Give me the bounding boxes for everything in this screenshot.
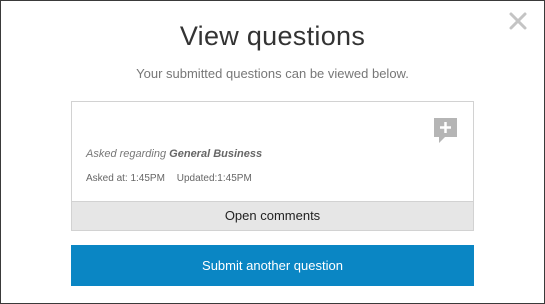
add-comment-icon[interactable] bbox=[432, 116, 459, 146]
updated-time: Updated:1:45PM bbox=[176, 173, 252, 184]
view-questions-modal: View questions Your submitted questions … bbox=[0, 0, 545, 304]
question-topic: General Business bbox=[169, 148, 263, 160]
asked-at-time: Asked at: 1:45PM bbox=[86, 173, 165, 184]
question-card: Asked regarding General Business Asked a… bbox=[71, 101, 474, 231]
modal-subtitle: Your submitted questions can be viewed b… bbox=[136, 66, 409, 81]
open-comments-button[interactable]: Open comments bbox=[72, 201, 473, 230]
question-meta: Asked at: 1:45PM Updated:1:45PM bbox=[86, 173, 252, 184]
submit-another-question-button[interactable]: Submit another question bbox=[71, 245, 474, 286]
modal-title: View questions bbox=[179, 21, 366, 51]
asked-regarding-prefix: Asked regarding bbox=[86, 148, 167, 160]
asked-regarding-text: Asked regarding General Business bbox=[86, 148, 262, 160]
